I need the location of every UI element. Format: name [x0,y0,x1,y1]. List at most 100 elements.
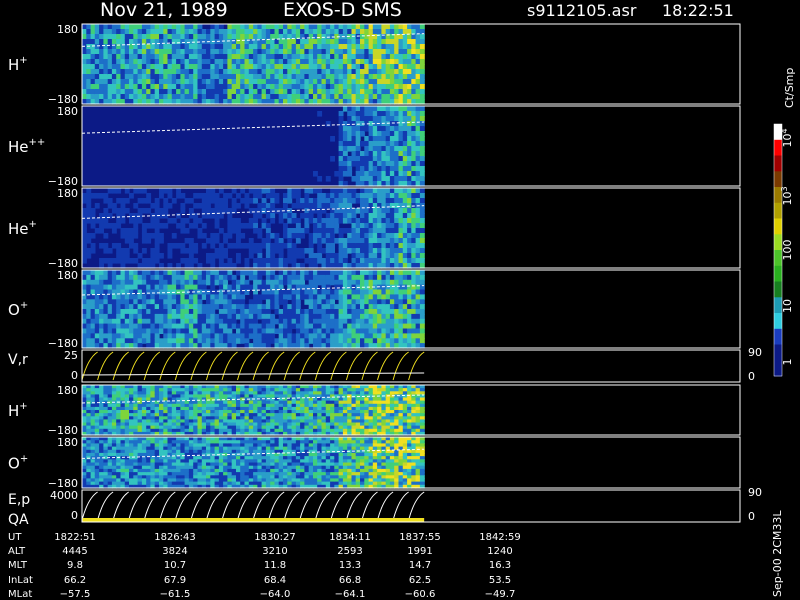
heatmap-cell [347,313,353,320]
heatmap-cell [338,54,344,60]
heatmap-cell [394,253,400,259]
heatmap-cell [330,203,335,209]
heatmap-cell [360,111,365,117]
heatmap-cell [231,24,237,30]
heatmap-cell [325,24,331,30]
heatmap-cell [372,54,378,60]
heatmap-cell [411,69,417,75]
heatmap-cell [218,44,224,50]
heatmap-cell [206,258,211,264]
heatmap-cell [377,146,382,152]
heatmap-cell [313,89,318,95]
heatmap-cell [377,84,382,90]
heatmap-cell [360,238,365,244]
heatmap-cell [360,388,365,392]
panel-charge-label: + [19,55,27,66]
heatmap-cell [287,49,293,55]
heatmap-cell [385,203,391,209]
heatmap-cell [154,258,160,264]
heatmap-cell [364,413,370,417]
heatmap-cell [411,171,417,177]
heatmap-cell [171,89,177,95]
heatmap-cell [385,161,391,167]
heatmap-cell [223,79,228,85]
heatmap-cell [313,289,318,295]
heatmap-cell [257,274,263,281]
heatmap-cell [385,233,391,239]
heatmap-cell [287,333,293,339]
heatmap-cell [385,24,391,30]
heatmap-cell [308,203,314,209]
heatmap-cell [201,333,207,339]
heatmap-cell [184,309,190,315]
heatmap-cell [411,313,417,320]
heatmap-cell [193,299,199,305]
heatmap-cell [330,223,335,229]
heatmap-cell [146,270,152,276]
heatmap-cell [99,64,104,70]
heatmap-cell [146,238,152,244]
heatmap-cell [389,64,395,70]
heatmap-cell [360,425,365,430]
heatmap-cell [111,328,117,334]
heatmap-cell [257,79,263,85]
heatmap-cell [295,193,301,199]
heatmap-cell [385,94,391,100]
heatmap-cell [248,328,254,334]
heatmap-cell [338,299,344,305]
heatmap-cell [389,59,395,65]
heatmap-cell [120,59,126,65]
heatmap-cell [295,333,301,339]
heatmap-cell [317,213,323,219]
heatmap-cell [283,309,288,315]
heatmap-cell [283,258,288,264]
heatmap-cell [338,84,344,90]
heatmap-cell [197,318,203,325]
heatmap-cell [381,49,387,55]
heatmap-cell [347,54,353,60]
heatmap-cell [197,233,203,239]
heatmap-cell [197,299,203,305]
heatmap-cell [355,141,361,147]
heatmap-cell [265,253,271,259]
heatmap-cell [146,44,152,50]
heatmap-cell [231,243,237,249]
heatmap-cell [394,238,400,244]
heatmap-cell [368,44,374,50]
heatmap-cell [287,309,293,315]
heatmap-cell [321,223,327,229]
heatmap-cell [159,270,164,276]
heatmap-cell [133,74,139,80]
heatmap-cell [360,188,365,194]
heatmap-cell [180,299,186,305]
heatmap-cell [188,49,194,55]
heatmap-cell [176,413,181,417]
heatmap-cell [107,29,113,35]
heatmap-cell [133,304,139,310]
heatmap-cell [133,188,139,194]
heatmap-cell [308,79,314,85]
heatmap-cell [308,413,314,417]
heatmap-cell [419,54,425,60]
heatmap-cell [355,171,361,177]
heatmap-cell [364,193,370,199]
heatmap-cell [244,318,250,325]
heatmap-cell [325,253,331,259]
heatmap-cell [210,318,216,325]
heatmap-cell [351,258,357,264]
heatmap-cell [377,171,382,177]
heatmap-cell [227,54,233,60]
heatmap-cell [257,258,263,264]
heatmap-cell [227,193,233,199]
heatmap-cell [381,270,387,276]
heatmap-cell [180,74,186,80]
heatmap-cell [103,323,109,330]
heatmap-cell [231,198,237,204]
heatmap-cell [94,89,100,95]
heatmap-cell [90,294,96,300]
heatmap-cell [283,89,288,95]
heatmap-cell [197,313,203,320]
heatmap-cell [338,289,344,295]
heatmap-cell [304,198,310,204]
heatmap-cell [347,193,353,199]
